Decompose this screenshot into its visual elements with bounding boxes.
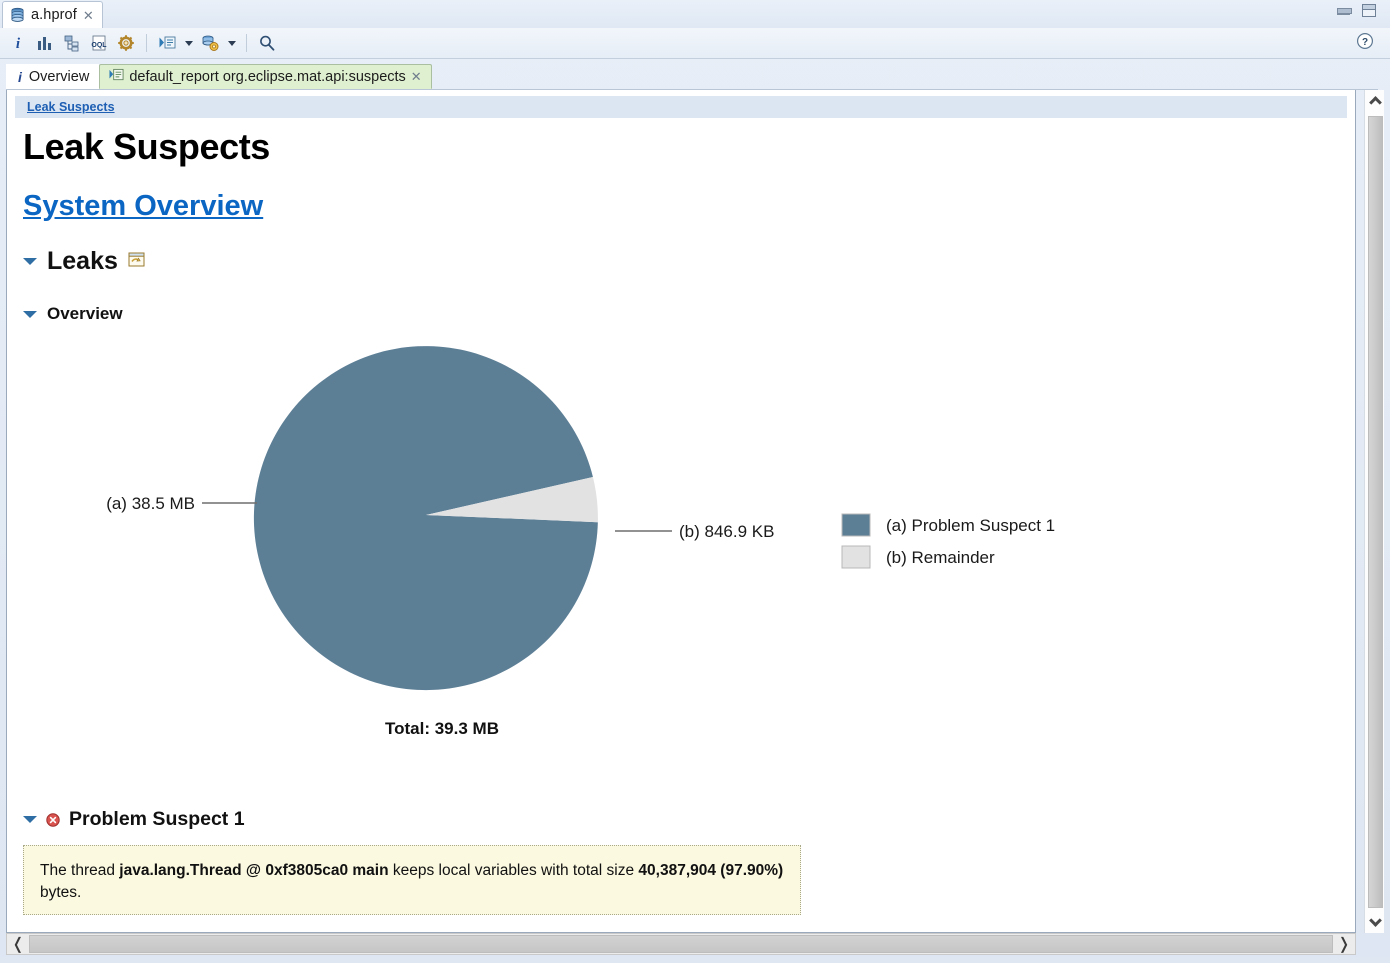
editor-tab-a-hprof[interactable]: a.hprof ✕ (2, 1, 103, 28)
desc-part-4: bytes. (40, 884, 82, 901)
maximize-icon[interactable] (1362, 4, 1376, 17)
chevron-left-icon: ❬ (11, 936, 25, 953)
overview-info-icon[interactable]: i (6, 31, 30, 55)
scroll-up-button[interactable] (1365, 90, 1385, 112)
pie-chart-svg: (a) 38.5 MB (b) 846.9 KB (a) Problem Sus… (106, 346, 1055, 738)
breadcrumb-link-leak-suspects[interactable]: Leak Suspects (27, 100, 115, 114)
run-expert-system-test-icon[interactable] (114, 31, 138, 55)
editor-tab-bar: a.hprof ✕ (0, 0, 1390, 28)
vertical-scroll-thumb[interactable] (1368, 116, 1383, 908)
dominator-tree-icon[interactable] (60, 31, 84, 55)
legend-swatch-b (841, 545, 871, 569)
svg-text:?: ? (1362, 37, 1368, 48)
horizontal-scrollbar[interactable]: ❬ ❭ (6, 933, 1356, 955)
section-problem-suspect-1-label: Problem Suspect 1 (69, 808, 245, 830)
open-query-browser-arrow[interactable] (182, 31, 195, 55)
error-icon (46, 812, 60, 827)
section-overview-header[interactable]: Overview (23, 304, 1355, 324)
minimize-icon[interactable] (1337, 6, 1352, 15)
chart-legend: (a) Problem Suspect 1 (b) Remainder (841, 513, 1055, 569)
help-icon[interactable]: ? (1356, 32, 1374, 50)
tab-default-report-suspects[interactable]: default_report org.eclipse.mat.api:suspe… (99, 64, 432, 89)
close-icon[interactable]: ✕ (83, 9, 94, 22)
svg-text:i: i (16, 36, 21, 52)
callout-label-b: (b) 846.9 KB (679, 522, 774, 541)
heap-dump-actions-icon[interactable] (198, 31, 222, 55)
desc-part-3: 40,387,904 (97.90%) (638, 862, 784, 879)
problem-suspect-description: The thread java.lang.Thread @ 0xf3805ca0… (23, 845, 801, 915)
breadcrumb: Leak Suspects (15, 96, 1347, 118)
toolbar-separator-2 (246, 34, 247, 52)
horizontal-scroll-thumb[interactable] (29, 935, 1333, 953)
section-overview-label: Overview (47, 304, 123, 323)
vertical-scrollbar[interactable] (1364, 90, 1384, 933)
callout-label-a: (a) 38.5 MB (106, 494, 195, 513)
scroll-left-button[interactable]: ❬ (7, 934, 29, 954)
close-icon[interactable]: ✕ (411, 70, 422, 83)
section-problem-suspect-1-header[interactable]: Problem Suspect 1 (23, 808, 1355, 831)
eclipse-mat-window: a.hprof ✕ i OQL ? i Overview default_rep… (0, 0, 1390, 963)
legend-label-b: (b) Remainder (886, 548, 995, 567)
page-title: Leak Suspects (23, 126, 270, 167)
chevron-right-icon: ❭ (1337, 936, 1351, 953)
open-query-browser-icon[interactable] (155, 31, 179, 55)
legend-label-a: (a) Problem Suspect 1 (886, 516, 1055, 535)
section-leaks-header[interactable]: Leaks (23, 247, 1355, 276)
oql-icon[interactable]: OQL (87, 31, 111, 55)
chevron-down-icon (1368, 914, 1382, 927)
window-controls (1337, 4, 1376, 17)
report-window-icon (128, 252, 145, 272)
status-bar (0, 957, 1390, 963)
histogram-icon[interactable] (33, 31, 57, 55)
report-icon (109, 68, 124, 86)
svg-text:OQL: OQL (91, 42, 107, 49)
heap-dump-actions-arrow[interactable] (225, 31, 238, 55)
desc-part-0: The thread (40, 862, 120, 879)
legend-swatch-a (841, 513, 871, 537)
tab-overview[interactable]: i Overview (6, 64, 100, 89)
toolbar-separator-1 (146, 34, 147, 52)
main-toolbar: i OQL ? (0, 28, 1390, 59)
chevron-down-icon[interactable] (23, 816, 37, 823)
tab-overview-label: Overview (28, 68, 90, 85)
chart-total-label: Total: 39.3 MB (385, 719, 499, 738)
pie-chart: (a) 38.5 MB (b) 846.9 KB (a) Problem Sus… (7, 328, 1337, 778)
editor-tab-label: a.hprof (31, 7, 77, 23)
chevron-down-icon[interactable] (23, 310, 37, 318)
view-tab-bar: i Overview default_report org.eclipse.ma… (6, 64, 1378, 90)
scroll-right-button[interactable]: ❭ (1333, 934, 1355, 954)
desc-part-2: keeps local variables with total size (388, 862, 639, 879)
search-icon[interactable] (255, 31, 279, 55)
heap-dump-icon (10, 7, 25, 23)
tab-default-report-label: default_report org.eclipse.mat.api:suspe… (129, 68, 406, 85)
system-overview-link[interactable]: System Overview (23, 190, 263, 223)
chevron-up-icon (1368, 96, 1382, 109)
report-canvas: Leak Suspects Leak Suspects System Overv… (6, 90, 1356, 933)
section-leaks-label: Leaks (47, 247, 118, 275)
info-icon: i (18, 68, 22, 85)
scroll-down-button[interactable] (1365, 911, 1385, 933)
chevron-down-icon[interactable] (23, 258, 37, 265)
desc-part-1[interactable]: java.lang.Thread @ 0xf3805ca0 main (119, 862, 388, 879)
